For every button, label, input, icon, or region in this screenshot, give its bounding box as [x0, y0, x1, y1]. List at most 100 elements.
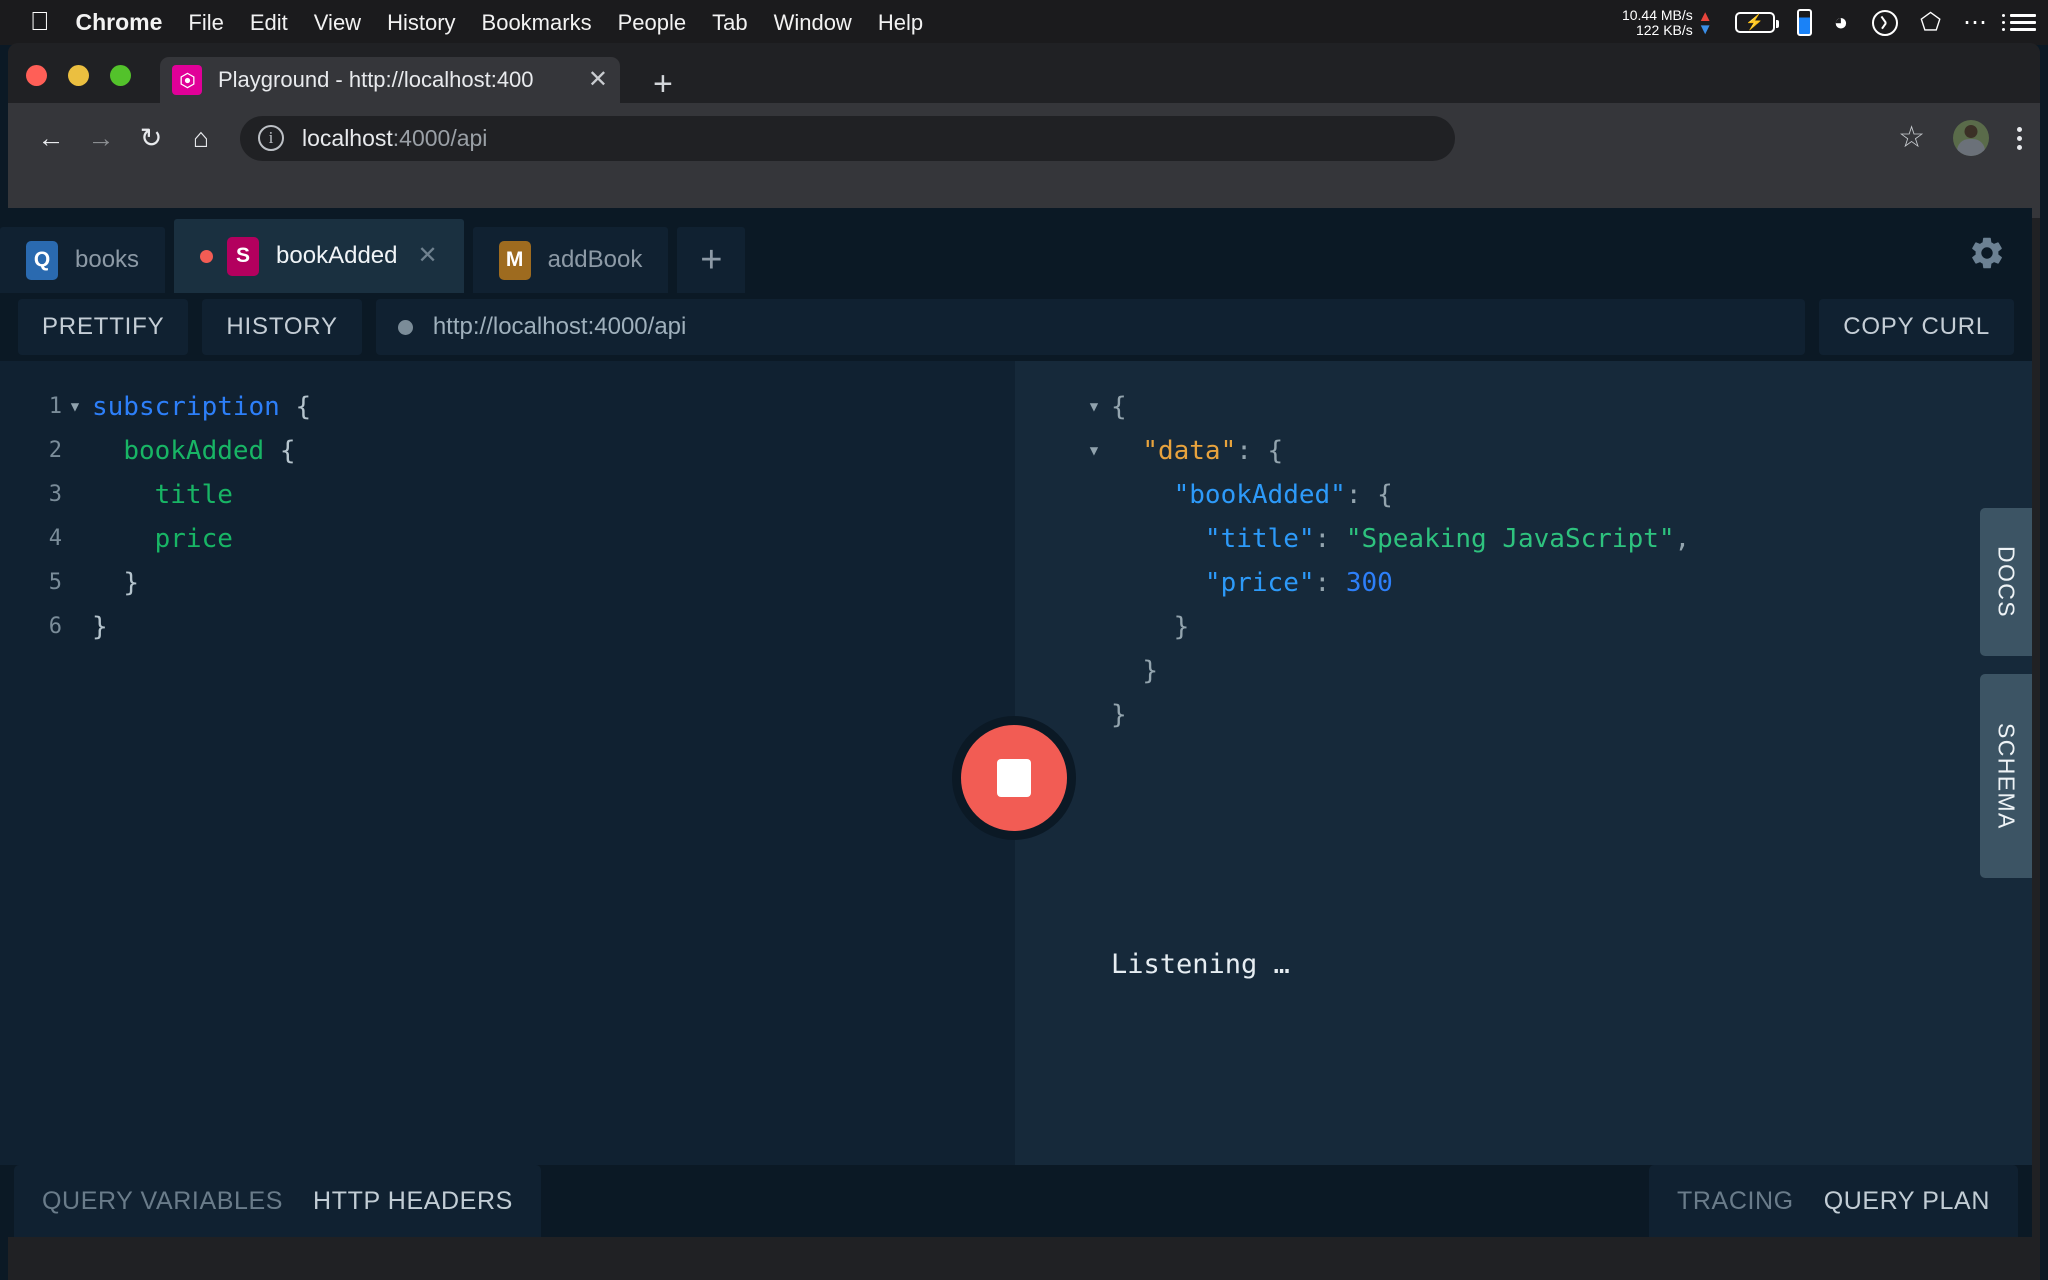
bookmark-star-icon[interactable]: ☆ [1898, 123, 1925, 153]
wifi-icon[interactable]: ◕ [1834, 10, 1851, 35]
playground-tab-bookAdded[interactable]: SbookAdded ✕ [174, 219, 464, 293]
apple-logo-icon[interactable]:  [30, 8, 50, 34]
close-window-button[interactable] [26, 65, 47, 86]
menu-item-view[interactable]: View [314, 10, 361, 36]
battery-charging-icon[interactable]: ⚡ [1734, 12, 1779, 33]
tracing-tab[interactable]: TRACING [1677, 1187, 1794, 1216]
endpoint-input[interactable]: http://localhost:4000/api [375, 299, 1806, 355]
graphql-favicon-icon [172, 65, 202, 95]
result-code: } [1173, 612, 1190, 642]
query-plan-tab[interactable]: QUERY PLAN [1824, 1187, 1990, 1216]
net-up-speed: 122 KB/s [1635, 21, 1693, 38]
editor-code: } [123, 568, 139, 598]
clock-icon[interactable] [1872, 9, 1899, 36]
window-traffic-lights [26, 65, 131, 86]
result-line: "price": 300 [1077, 561, 2032, 605]
stop-subscription-button[interactable] [952, 716, 1076, 840]
playground-tab-books[interactable]: Qbooks [0, 227, 166, 293]
result-code: } [1142, 656, 1158, 686]
browser-toolbar: ← → ↻ ⌂ i localhost:4000/api ☆ [8, 103, 2040, 173]
result-fold-arrow-icon[interactable] [1077, 693, 1111, 737]
copy-curl-button[interactable]: COPY CURL [1819, 299, 2014, 355]
menu-item-chrome[interactable]: Chrome [76, 9, 163, 36]
address-bar[interactable]: i localhost:4000/api [240, 115, 1455, 161]
playground-tab-label: addBook [547, 246, 643, 273]
fold-arrow-icon[interactable] [62, 605, 88, 649]
phone-icon[interactable] [1796, 9, 1812, 36]
line-number: 4 [48, 526, 62, 551]
add-playground-tab-button[interactable]: + [677, 227, 746, 293]
playground-footer: QUERY VARIABLES HTTP HEADERS TRACING QUE… [0, 1165, 2032, 1237]
editor-line: 5 } [0, 561, 1015, 605]
site-info-icon[interactable]: i [258, 125, 284, 151]
footer-right-tabs: TRACING QUERY PLAN [1649, 1165, 2018, 1237]
result-fold-arrow-icon[interactable] [1077, 517, 1111, 561]
fold-arrow-icon[interactable]: ▼ [62, 385, 88, 429]
result-fold-arrow-icon[interactable]: ▼ [1077, 429, 1111, 473]
fold-arrow-icon[interactable] [62, 429, 88, 473]
history-button[interactable]: HISTORY [202, 299, 362, 355]
browser-tabstrip: Playground - http://localhost:400 ✕ + [8, 43, 2040, 103]
query-editor-pane[interactable]: 1 ▼ subscription {2 bookAdded {3 title 4 pr… [0, 361, 1015, 1181]
browser-tab-playground[interactable]: Playground - http://localhost:400 ✕ [160, 57, 620, 103]
endpoint-url-text: http://localhost:4000/api [432, 313, 687, 340]
result-fold-arrow-icon[interactable]: ▼ [1077, 385, 1111, 429]
home-button[interactable]: ⌂ [176, 124, 226, 152]
editor-line: 6} [0, 605, 1015, 649]
operation-type-badge: M [498, 240, 531, 280]
toolbar-right-actions: ☆ [1898, 120, 2022, 156]
editor-code: price [154, 524, 233, 554]
menu-item-help[interactable]: Help [878, 10, 923, 36]
list-menu-icon[interactable] [2002, 14, 2036, 31]
fold-arrow-icon[interactable] [62, 517, 88, 561]
unsaved-dot-indicator [200, 249, 214, 263]
url-path: :4000/api [392, 124, 488, 151]
menu-item-bookmarks[interactable]: Bookmarks [482, 10, 592, 36]
forward-button[interactable]: → [76, 124, 126, 152]
editor-line: 4 price [0, 517, 1015, 561]
result-fold-arrow-icon[interactable] [1077, 473, 1111, 517]
result-code: "data": { [1142, 436, 1284, 466]
query-editor[interactable]: 1 ▼ subscription {2 bookAdded {3 title 4 pr… [0, 361, 1015, 649]
playground-settings-button[interactable] [1968, 234, 2006, 277]
back-button[interactable]: ← [26, 124, 76, 152]
dropbox-icon[interactable]: ⬠ [1920, 8, 1941, 37]
maximize-window-button[interactable] [110, 65, 131, 86]
result-fold-arrow-icon[interactable] [1077, 605, 1111, 649]
playground-tabbar: Qbooks SbookAdded ✕ MaddBook + [0, 208, 2032, 293]
menu-item-file[interactable]: File [188, 10, 223, 36]
result-pane: ▼{▼ "data": { "bookAdded": { "title": "S… [1015, 361, 2032, 1181]
fold-arrow-icon[interactable] [62, 473, 88, 517]
editor-line: 1 ▼ subscription { [0, 385, 1015, 429]
minimize-window-button[interactable] [68, 65, 89, 86]
line-number: 1 [48, 394, 62, 419]
prettify-button[interactable]: PRETTIFY [18, 299, 189, 355]
fold-arrow-icon[interactable] [62, 561, 88, 605]
close-tab-icon[interactable]: ✕ [588, 68, 608, 92]
result-code: "title": "Speaking JavaScript", [1204, 524, 1691, 554]
url-host: localhost [302, 124, 393, 151]
menu-item-people[interactable]: People [618, 10, 687, 36]
menu-item-edit[interactable]: Edit [250, 10, 288, 36]
line-number: 3 [48, 482, 62, 507]
result-line: ▼ "data": { [1077, 429, 2032, 473]
overflow-dots-icon[interactable]: ⋯ [1963, 10, 1988, 34]
result-line: "title": "Speaking JavaScript", [1077, 517, 2032, 561]
docs-tab[interactable]: DOCS [1980, 508, 2032, 656]
query-variables-tab[interactable]: QUERY VARIABLES [42, 1187, 283, 1216]
schema-tab[interactable]: SCHEMA [1980, 674, 2032, 878]
playground-tab-addBook[interactable]: MaddBook [472, 227, 669, 293]
http-headers-tab[interactable]: HTTP HEADERS [313, 1187, 513, 1216]
close-playground-tab-icon[interactable]: ✕ [418, 244, 438, 268]
result-fold-arrow-icon[interactable] [1077, 649, 1111, 693]
menu-item-tab[interactable]: Tab [712, 10, 747, 36]
menu-item-window[interactable]: Window [774, 10, 852, 36]
menubar-status-area: 10.44 MB/s 122 KB/s ▲ ▼ ⚡ ◕ ⬠ ⋯ [1622, 0, 2036, 45]
result-fold-arrow-icon[interactable] [1077, 561, 1111, 605]
profile-avatar[interactable] [1953, 120, 1989, 156]
kebab-menu-icon[interactable] [2017, 126, 2022, 150]
reload-button[interactable]: ↻ [126, 124, 176, 152]
menu-item-history[interactable]: History [387, 10, 455, 36]
net-down-speed: 10.44 MB/s [1621, 6, 1693, 23]
new-tab-button[interactable]: + [653, 67, 673, 101]
